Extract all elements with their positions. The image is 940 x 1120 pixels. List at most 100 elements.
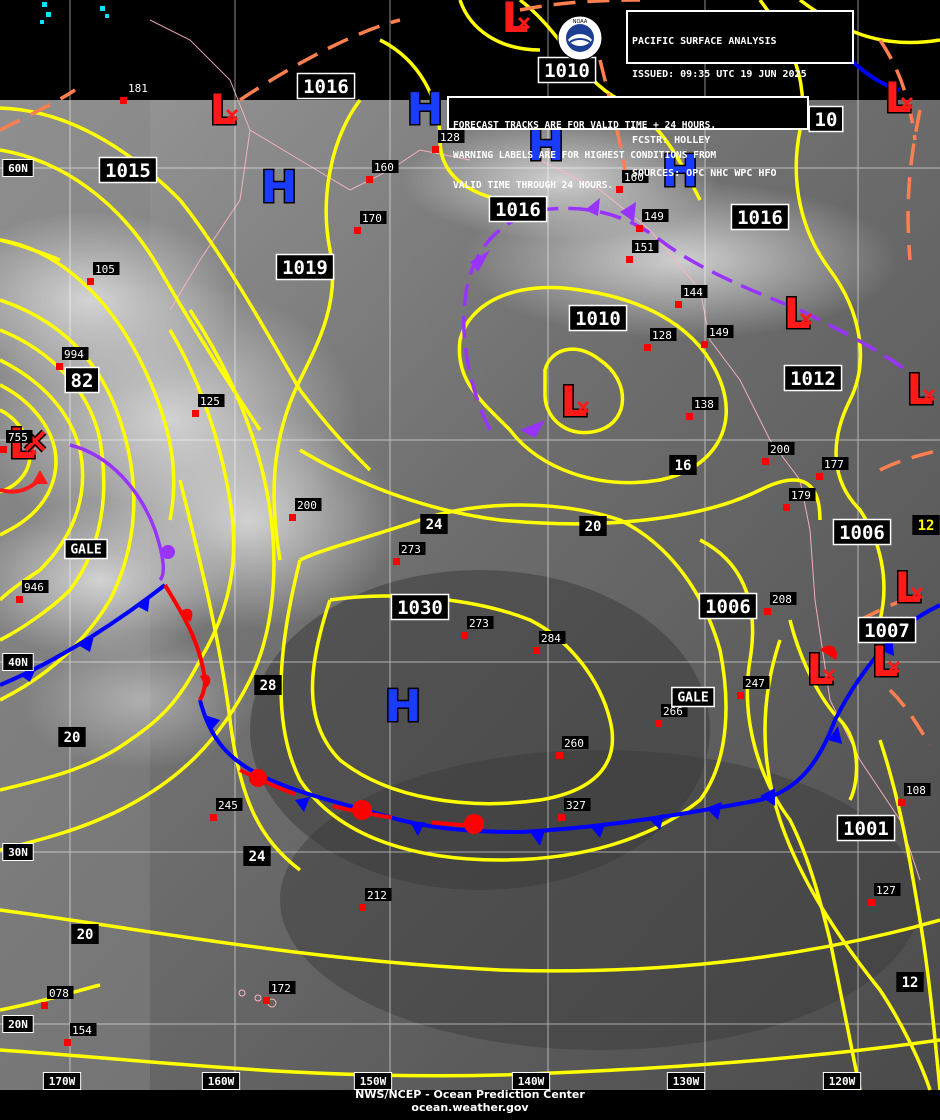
pressure-label: 1015 [98, 156, 158, 184]
longitude-label: 160W [201, 1072, 241, 1090]
isobar-label-text: 24 [249, 849, 266, 865]
station-marker-icon [87, 278, 94, 285]
station-pressure: 177 [824, 458, 844, 471]
gale-warning-label-text: GALE [677, 691, 708, 706]
isobar-label-text: 20 [64, 730, 81, 746]
note-line: VALID TIME THROUGH 24 HOURS. [453, 180, 614, 191]
note-line: WARNING LABELS ARE FOR HIGHEST CONDITION… [453, 150, 717, 161]
station-marker-icon [686, 413, 693, 420]
station-marker-icon [868, 899, 875, 906]
low-label: L [872, 637, 899, 686]
station-pressure: 755 [8, 431, 28, 444]
logo-text: NOAA [573, 19, 588, 25]
isobar-label-text: 12 [918, 518, 935, 534]
pressure-label: 1016 [296, 72, 356, 100]
station-pressure: 200 [297, 499, 317, 512]
footer-url[interactable]: ocean.weather.gov [0, 1101, 940, 1114]
issuance-header: PACIFIC SURFACE ANALYSIS ISSUED: 09:35 U… [626, 10, 854, 179]
longitude-label-text: 170W [49, 1075, 76, 1088]
latitude-label-text: 60N [8, 162, 28, 175]
station-marker-icon [432, 146, 439, 153]
longitude-label-text: 120W [829, 1075, 856, 1088]
station-marker-icon [533, 647, 540, 654]
low-pressure-center: L [870, 636, 901, 688]
pressure-label-text: 1015 [105, 160, 151, 182]
pressure-label-text: 1010 [544, 60, 590, 82]
station-marker-icon [816, 473, 823, 480]
station-marker-icon [558, 814, 565, 821]
station-pressure: 273 [469, 617, 489, 630]
longitude-label-text: 150W [360, 1075, 387, 1088]
station-marker-icon [556, 752, 563, 759]
high-pressure-center: H [385, 681, 422, 732]
longitude-label-text: 130W [673, 1075, 700, 1088]
low-label: L [561, 377, 588, 426]
latitude-label: 30N [2, 843, 34, 861]
longitude-label: 130W [666, 1072, 706, 1090]
station-marker-icon [0, 446, 7, 453]
longitude-label-text: 160W [208, 1075, 235, 1088]
isobar-label-text: 12 [902, 975, 919, 991]
latitude-label: 40N [2, 653, 34, 671]
isobar-label: 20 [71, 924, 99, 944]
latitude-label-text: 40N [8, 656, 28, 669]
pressure-label-text: 1016 [495, 199, 541, 221]
longitude-label: 170W [42, 1072, 82, 1090]
station-pressure: 127 [876, 884, 896, 897]
station-marker-icon [655, 720, 662, 727]
station-pressure: 170 [362, 212, 382, 225]
longitude-label-text: 140W [518, 1075, 545, 1088]
isobar-label: 20 [58, 727, 86, 747]
station-marker-icon [210, 814, 217, 821]
latitude-label-text: 20N [8, 1018, 28, 1031]
isobar-label: 12 [896, 972, 924, 992]
isobar-label: 12 [912, 515, 940, 535]
station-pressure: 212 [367, 889, 387, 902]
station-marker-icon [64, 1039, 71, 1046]
low-label: L [807, 645, 834, 694]
isobar-label-text: 24 [426, 517, 443, 533]
pressure-label-text: 1001 [843, 818, 889, 840]
longitude-label: 150W [353, 1072, 393, 1090]
station-pressure: 260 [564, 737, 584, 750]
isobar-label-text: 28 [260, 678, 277, 694]
latitude-label: 60N [2, 159, 34, 177]
station-marker-icon [644, 344, 651, 351]
pressure-label-text: 1019 [282, 257, 328, 279]
pressure-label-text: 1006 [839, 522, 885, 544]
station-marker-icon [701, 341, 708, 348]
station-marker-icon [16, 596, 23, 603]
station-pressure: 994 [64, 348, 84, 361]
station-marker-icon [898, 799, 905, 806]
station-marker-icon [56, 363, 63, 370]
pressure-label-text: 1006 [705, 596, 751, 618]
station-pressure: 172 [271, 982, 291, 995]
isobar-label: 28 [254, 675, 282, 695]
pressure-label: 1007 [857, 616, 917, 644]
station-marker-icon [263, 997, 270, 1004]
low-pressure-center: L [883, 72, 914, 124]
isobar-label: 16 [669, 455, 697, 475]
station-pressure: 160 [374, 161, 394, 174]
longitude-label: 140W [511, 1072, 551, 1090]
low-label: L [907, 365, 934, 414]
gale-warning-label-text: GALE [70, 543, 101, 558]
low-pressure-center: L [208, 84, 239, 136]
pressure-label-text: 1007 [864, 620, 910, 642]
station-pressure: 138 [694, 398, 714, 411]
station-marker-icon [354, 227, 361, 234]
isobar-label-text: 16 [675, 458, 692, 474]
station-pressure: 125 [200, 395, 220, 408]
station-pressure: 181 [128, 82, 148, 95]
pressure-label: 1001 [836, 814, 896, 842]
low-pressure-center: L [893, 562, 924, 614]
pressure-label-text: 1016 [303, 76, 349, 98]
station-pressure: 208 [772, 593, 792, 606]
station-pressure: 105 [95, 263, 115, 276]
station-marker-icon [675, 301, 682, 308]
pressure-label: 1019 [275, 253, 335, 281]
pressure-label: 1012 [783, 364, 843, 392]
station-marker-icon [626, 256, 633, 263]
station-marker-icon [783, 504, 790, 511]
low-label: L [895, 563, 922, 612]
